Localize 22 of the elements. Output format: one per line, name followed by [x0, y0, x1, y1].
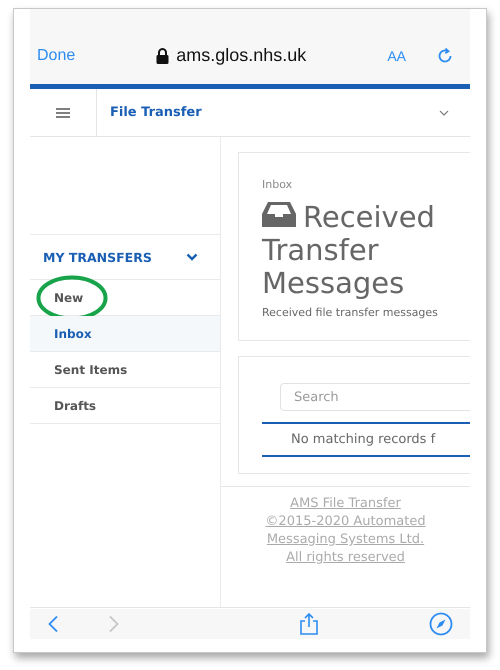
compass-icon[interactable]	[428, 612, 453, 636]
page-subtitle: Received file transfer messages	[262, 306, 439, 319]
app-title: File Transfer	[109, 105, 203, 120]
done-button[interactable]: Done	[37, 46, 76, 64]
inbox-icon	[262, 201, 296, 227]
page-title: Received Transfer Messages	[262, 201, 436, 300]
text-size-button[interactable]: AA	[387, 48, 406, 64]
chevron-down-icon[interactable]	[439, 110, 449, 116]
breadcrumb: Inbox	[262, 178, 294, 191]
reload-icon[interactable]	[436, 46, 454, 64]
sidebar-item[interactable]: Drafts	[30, 388, 220, 424]
lock-icon	[156, 48, 170, 64]
sidebar-item[interactable]: Sent Items	[30, 352, 220, 388]
menu-icon[interactable]	[56, 108, 70, 118]
chevron-down-icon[interactable]	[186, 253, 198, 261]
back-icon[interactable]	[47, 615, 59, 633]
sidebar-item[interactable]: Inbox	[30, 316, 220, 352]
share-icon[interactable]	[298, 613, 320, 635]
url-text[interactable]: ams.glos.nhs.uk	[176, 45, 306, 66]
section-heading[interactable]: MY TRANSFERS	[43, 250, 152, 264]
empty-message: No matching records f	[291, 432, 436, 447]
search-field[interactable]: Search	[280, 383, 470, 411]
